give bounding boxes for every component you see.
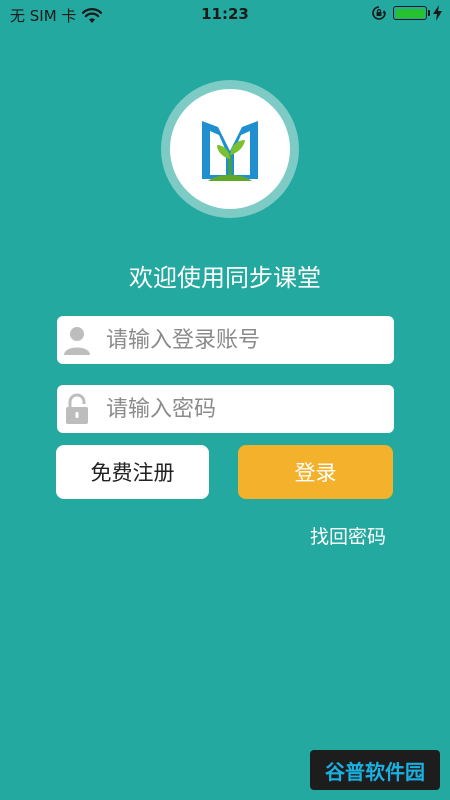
account-input[interactable] [104,326,378,354]
account-field[interactable] [57,316,394,364]
user-icon [64,327,90,355]
watermark-text: 谷普软件园 [325,759,425,784]
status-right [371,5,442,21]
rotation-lock-icon [372,6,386,20]
register-button[interactable]: 免费注册 [56,445,209,499]
book-sprout-logo [202,121,258,181]
password-input[interactable] [104,395,378,423]
login-button[interactable]: 登录 [238,445,393,499]
status-bar: 无 SIM 卡 11:23 [0,0,450,30]
charging-bolt-icon [433,5,442,21]
logo-ring [161,80,299,218]
forgot-password-link[interactable]: 找回密码 [310,522,386,549]
password-field[interactable] [57,385,394,433]
watermark-logo: 谷普软件园 [310,750,440,790]
battery-icon [393,6,430,20]
welcome-text: 欢迎使用同步课堂 [129,264,321,292]
lock-icon [66,393,88,424]
logo-badge [170,89,290,209]
battery-fill [395,8,425,18]
